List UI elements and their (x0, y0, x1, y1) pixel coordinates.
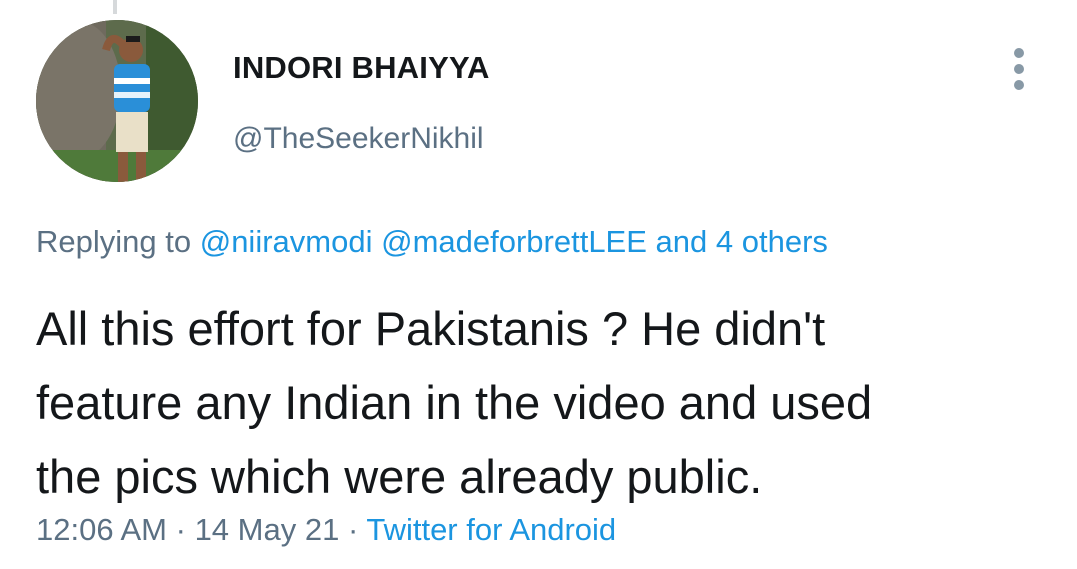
tweet-time[interactable]: 12:06 AM (36, 512, 167, 547)
more-vertical-icon-dot (1014, 64, 1024, 74)
display-name[interactable]: INDORI BHAIYYA (233, 50, 490, 86)
tweet-date[interactable]: 14 May 21 (195, 512, 340, 547)
replying-to-label: Replying to (36, 224, 192, 259)
mention-link[interactable]: @niiravmodi (200, 224, 373, 259)
tweet-text: All this effort for Pakistanis ? He didn… (36, 292, 1046, 514)
user-handle[interactable]: @TheSeekerNikhil (233, 122, 484, 156)
tweet-text-line: the pics which were already public. (36, 450, 763, 503)
others-link[interactable]: and 4 others (656, 224, 828, 259)
avatar-photo (36, 20, 198, 182)
meta-separator: · (175, 512, 186, 547)
avatar[interactable] (36, 20, 198, 182)
more-vertical-icon (1014, 48, 1024, 58)
mention-link[interactable]: @madeforbrettLEE (381, 224, 647, 259)
thread-connector-line (113, 0, 117, 14)
more-vertical-icon-dot (1014, 80, 1024, 90)
tweet-text-line: feature any Indian in the video and used (36, 376, 873, 429)
tweet-meta: 12:06 AM · 14 May 21 · Twitter for Andro… (36, 512, 616, 548)
tweet-source-link[interactable]: Twitter for Android (366, 512, 616, 547)
more-options-button[interactable] (1004, 48, 1034, 92)
meta-separator: · (347, 512, 359, 547)
tweet-text-line: All this effort for Pakistanis ? He didn… (36, 302, 826, 355)
replying-to-line: Replying to @niiravmodi @madeforbrettLEE… (36, 224, 828, 260)
